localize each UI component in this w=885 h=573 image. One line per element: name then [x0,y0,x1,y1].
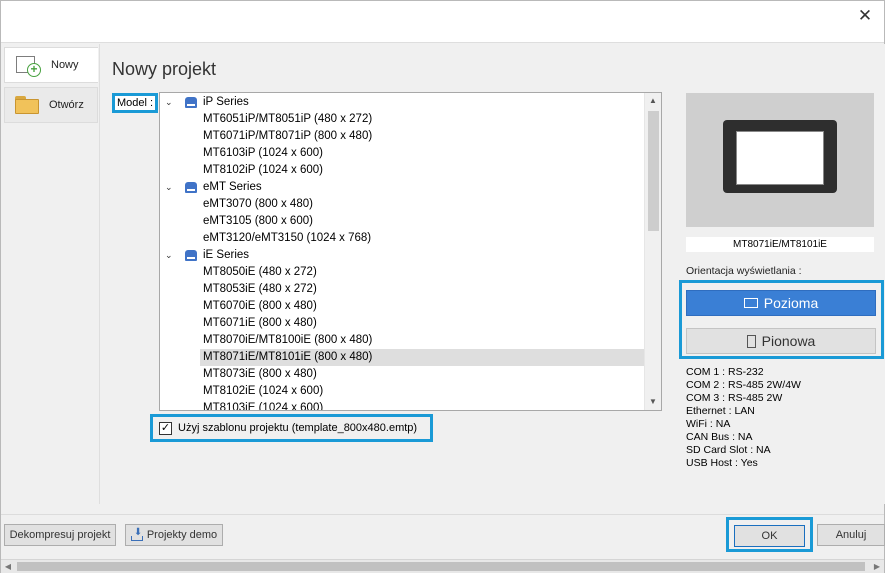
scroll-thumb[interactable] [648,111,659,231]
model-tree[interactable]: ⌄ iP Series MT6051iP/MT8051iP (480 x 272) M… [159,92,662,411]
tree-model-label: MT8071iE/MT8101iE (800 x 480) [203,351,373,363]
ok-highlight: OK [726,517,813,552]
tree-series-label: eMT Series [203,181,262,193]
tree-model-row[interactable]: MT6071iP/MT8071iP (800 x 480) [200,128,645,145]
close-icon[interactable]: ✕ [854,7,876,27]
tree-model-row[interactable]: MT8102iE (1024 x 600) [200,383,645,400]
nav-item-new[interactable]: + Nowy [4,47,98,83]
tree-model-row[interactable]: MT8073iE (800 x 480) [200,366,645,383]
tree-model-label: eMT3070 (800 x 480) [203,198,313,210]
tree-series-label: iP Series [203,96,249,108]
tree-model-label: MT8070iE/MT8100iE (800 x 480) [203,334,373,346]
horizontal-scroll-thumb[interactable] [17,562,865,571]
tree-model-label: MT8102iP (1024 x 600) [203,164,323,176]
tree-model-row[interactable]: MT6071iE (800 x 480) [200,315,645,332]
use-template-option[interactable]: ✓ Użyj szablonu projektu (template_800x4… [150,414,433,442]
new-project-icon: + [15,53,43,77]
scroll-up-icon[interactable]: ▲ [645,93,661,109]
cancel-button[interactable]: Anuluj [817,524,885,546]
landscape-button[interactable]: Pozioma [686,290,876,316]
spec-line: SD Card Slot : NA [686,444,771,456]
spec-line: Ethernet : LAN [686,405,755,417]
series-icon [185,97,197,108]
landscape-label: Pozioma [763,295,819,311]
tree-model-row[interactable]: eMT3120/eMT3150 (1024 x 768) [200,230,645,247]
tree-model-row[interactable]: MT6070iE (800 x 480) [200,298,645,315]
tree-model-label: MT6071iE (800 x 480) [203,317,317,329]
device-specs: COM 1 : RS-232 COM 2 : RS-485 2W/4W COM 3 … [686,366,801,470]
tree-model-row[interactable]: MT8070iE/MT8100iE (800 x 480) [200,332,645,349]
portrait-icon [746,334,756,348]
page-title: Nowy projekt [112,59,217,79]
orientation-group: Pozioma Pionowa [679,280,884,359]
chevron-down-icon[interactable]: ⌄ [165,179,175,196]
tree-series-label: iE Series [203,249,250,261]
tree-model-label: MT8103iE (1024 x 600) [203,402,324,411]
tree-model-row[interactable]: MT6051iP/MT8051iP (480 x 272) [200,111,645,128]
nav-item-open-label: Otwórz [49,99,84,111]
portrait-label: Pionowa [761,333,816,349]
orientation-label: Orientacja wyświetlania : [686,265,802,277]
tree-series-row[interactable]: ⌄ eMT Series [160,179,645,196]
tree-model-label: eMT3120/eMT3150 (1024 x 768) [203,232,372,244]
tree-model-label: MT6103iP (1024 x 600) [203,147,323,159]
tree-series-row[interactable]: ⌄ iP Series [160,94,645,111]
portrait-button[interactable]: Pionowa [686,328,876,354]
tree-model-label: MT8102iE (1024 x 600) [203,385,324,397]
tree-model-row[interactable]: eMT3070 (800 x 480) [200,196,645,213]
tree-model-label: MT8073iE (800 x 480) [203,368,317,380]
scroll-right-icon[interactable]: ▶ [870,560,884,573]
tree-series-row[interactable]: ⌄ iE Series [160,247,645,264]
series-icon [185,250,197,261]
series-icon [185,182,197,193]
demo-projects-button[interactable]: ⬇ Projekty demo [125,524,223,546]
bottom-bar: Dekompresuj projekt ⬇ Projekty demo OK A… [1,514,885,559]
tree-model-row[interactable]: MT8071iE/MT8101iE (800 x 480) [200,349,645,366]
tree-model-label: MT8053iE (480 x 272) [203,283,317,295]
nav-item-open[interactable]: Otwórz [4,87,98,123]
tree-model-label: eMT3105 (800 x 600) [203,215,313,227]
tree-model-row[interactable]: MT6103iP (1024 x 600) [200,145,645,162]
tree-model-row[interactable]: MT8103iE (1024 x 600) [200,400,645,411]
title-bar: ✕ [1,1,884,43]
demo-projects-label: Projekty demo [146,529,218,541]
tree-model-label: MT6051iP/MT8051iP (480 x 272) [203,113,373,125]
scroll-down-icon[interactable]: ▼ [645,394,661,410]
chevron-down-icon[interactable]: ⌄ [165,94,175,111]
tree-scrollbar[interactable]: ▲ ▼ [644,93,661,410]
model-label: Model : [112,93,159,113]
tree-model-row[interactable]: eMT3105 (800 x 600) [200,213,645,230]
ok-button[interactable]: OK [734,525,805,547]
tree-model-label: MT6071iP/MT8071iP (800 x 480) [203,130,373,142]
use-template-label: Użyj szablonu projektu (template_800x480… [178,422,418,434]
use-template-checkbox[interactable]: ✓ [159,421,172,435]
spec-line: WiFi : NA [686,418,731,430]
device-image [723,120,837,193]
landscape-icon [743,298,758,308]
main-panel: Nowy projekt Model : ⌄ iP Series MT6051iP/… [101,44,885,504]
chevron-down-icon[interactable]: ⌄ [165,247,175,264]
download-icon: ⬇ [130,528,143,541]
horizontal-scrollbar[interactable]: ◀ ▶ [1,559,884,573]
folder-icon [15,96,41,114]
new-project-dialog: ✕ + Nowy Otwórz Nowy projekt Model : ⌄ iP… [0,0,885,573]
left-nav: + Nowy Otwórz [1,44,100,504]
tree-model-label: MT6070iE (800 x 480) [203,300,317,312]
tree-model-row[interactable]: MT8050iE (480 x 272) [200,264,645,281]
spec-line: USB Host : Yes [686,457,758,469]
tree-model-row[interactable]: MT8102iP (1024 x 600) [200,162,645,179]
spec-line: COM 2 : RS-485 2W/4W [686,379,801,391]
spec-line: COM 1 : RS-232 [686,366,764,378]
decompress-project-button[interactable]: Dekompresuj projekt [4,524,116,546]
spec-line: CAN Bus : NA [686,431,753,443]
spec-line: COM 3 : RS-485 2W [686,392,783,404]
tree-model-label: MT8050iE (480 x 272) [203,266,317,278]
device-preview [686,93,874,227]
scroll-left-icon[interactable]: ◀ [1,560,15,573]
nav-item-new-label: Nowy [51,59,79,71]
tree-model-row[interactable]: MT8053iE (480 x 272) [200,281,645,298]
preview-model-name: MT8071iE/MT8101iE [686,237,874,252]
